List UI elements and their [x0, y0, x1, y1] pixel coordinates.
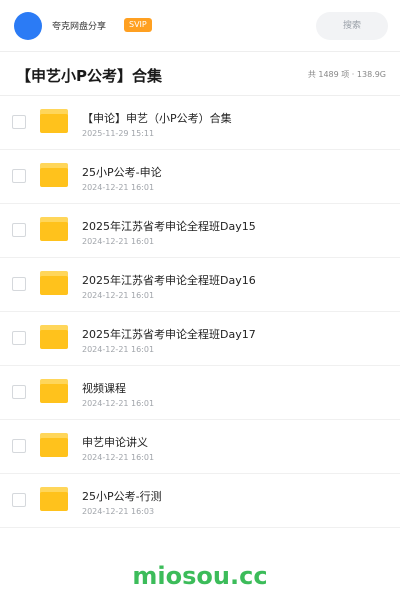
- avatar[interactable]: [14, 12, 42, 40]
- item-date: 2024-12-21 16:03: [82, 507, 155, 516]
- list-item[interactable]: 25小P公考-申论 2024-12-21 16:01: [0, 150, 400, 204]
- checkbox[interactable]: [12, 385, 26, 399]
- folder-icon: [40, 271, 68, 295]
- list-item[interactable]: 【申论】申艺（小P公考）合集 2025-11-29 15:11: [0, 96, 400, 150]
- item-date: 2024-12-21 16:01: [82, 453, 155, 462]
- item-count: 共 1489 项 · 138.9G: [307, 70, 386, 79]
- item-date: 2024-12-21 16:01: [82, 345, 155, 354]
- item-date: 2024-12-21 16:01: [82, 291, 155, 300]
- item-name: 25小P公考-申论: [82, 166, 162, 179]
- item-date: 2024-12-21 16:01: [82, 237, 155, 246]
- list-item[interactable]: 2025年江苏省考申论全程班Day17 2024-12-21 16:01: [0, 312, 400, 366]
- list-item[interactable]: 视频课程 2024-12-21 16:01: [0, 366, 400, 420]
- checkbox[interactable]: [12, 223, 26, 237]
- item-name: 申艺申论讲义: [82, 436, 148, 449]
- folder-icon: [40, 163, 68, 187]
- title-row: 【申艺小P公考】合集 共 1489 项 · 138.9G: [0, 52, 400, 96]
- checkbox[interactable]: [12, 277, 26, 291]
- svip-badge: SVIP: [124, 18, 152, 32]
- list-item[interactable]: 申艺申论讲义 2024-12-21 16:01: [0, 420, 400, 474]
- list-item[interactable]: 2025年江苏省考申论全程班Day15 2024-12-21 16:01: [0, 204, 400, 258]
- brand-name: 夸克网盘分享: [52, 22, 107, 32]
- item-name: 2025年江苏省考申论全程班Day15: [82, 220, 256, 233]
- checkbox[interactable]: [12, 493, 26, 507]
- checkbox[interactable]: [12, 169, 26, 183]
- folder-icon: [40, 433, 68, 457]
- checkbox[interactable]: [12, 331, 26, 345]
- checkbox[interactable]: [12, 115, 26, 129]
- folder-icon: [40, 325, 68, 349]
- checkbox[interactable]: [12, 439, 26, 453]
- item-name: 2025年江苏省考申论全程班Day17: [82, 328, 256, 341]
- list-item[interactable]: 2025年江苏省考申论全程班Day16 2024-12-21 16:01: [0, 258, 400, 312]
- item-name: 25小P公考-行测: [82, 490, 162, 503]
- item-date: 2025-11-29 15:11: [82, 129, 155, 138]
- file-list: 【申论】申艺（小P公考）合集 2025-11-29 15:11 25小P公考-申…: [0, 96, 400, 528]
- page-title: 【申艺小P公考】合集: [16, 67, 162, 85]
- watermark: miosou.cc: [132, 562, 268, 590]
- list-item[interactable]: 25小P公考-行测 2024-12-21 16:03: [0, 474, 400, 528]
- top-bar: 夸克网盘分享 SVIP 搜索: [0, 0, 400, 52]
- item-date: 2024-12-21 16:01: [82, 183, 155, 192]
- folder-icon: [40, 379, 68, 403]
- folder-icon: [40, 109, 68, 133]
- search-input[interactable]: 搜索: [316, 12, 388, 40]
- folder-icon: [40, 487, 68, 511]
- item-name: 2025年江苏省考申论全程班Day16: [82, 274, 256, 287]
- folder-icon: [40, 217, 68, 241]
- item-date: 2024-12-21 16:01: [82, 399, 155, 408]
- item-name: 【申论】申艺（小P公考）合集: [82, 112, 232, 125]
- item-name: 视频课程: [82, 382, 126, 395]
